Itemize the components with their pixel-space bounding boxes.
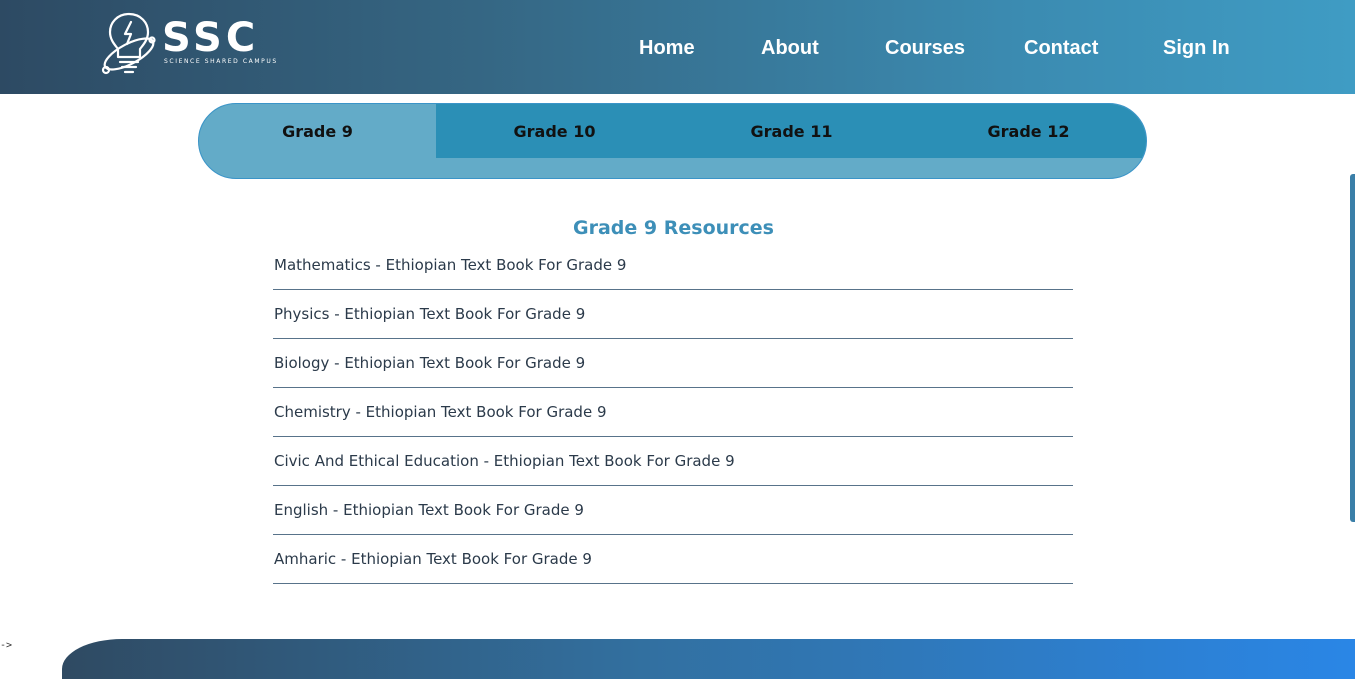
resources-list: Mathematics - Ethiopian Text Book For Gr… <box>273 241 1073 584</box>
resource-link-amharic[interactable]: Amharic - Ethiopian Text Book For Grade … <box>274 548 592 570</box>
list-item: Biology - Ethiopian Text Book For Grade … <box>273 339 1073 388</box>
resource-link-mathematics[interactable]: Mathematics - Ethiopian Text Book For Gr… <box>274 254 626 276</box>
list-item: Chemistry - Ethiopian Text Book For Grad… <box>273 388 1073 437</box>
tab-grade-12[interactable]: Grade 12 <box>910 104 1146 158</box>
resources-title: Grade 9 Resources <box>573 217 774 239</box>
site-footer <box>62 639 1355 679</box>
grade-tabs: Grade 9 Grade 10 Grade 11 Grade 12 <box>198 103 1147 179</box>
resource-link-english[interactable]: English - Ethiopian Text Book For Grade … <box>274 499 584 521</box>
stray-text: -> <box>0 640 13 651</box>
resource-link-biology[interactable]: Biology - Ethiopian Text Book For Grade … <box>274 352 585 374</box>
nav-contact-link[interactable]: Contact <box>1024 35 1098 61</box>
tab-grade-9[interactable]: Grade 9 <box>199 104 436 158</box>
nav-about-link[interactable]: About <box>761 35 819 61</box>
resource-link-physics[interactable]: Physics - Ethiopian Text Book For Grade … <box>274 303 585 325</box>
nav-sign-in-link[interactable]: Sign In <box>1163 35 1230 61</box>
list-item: Mathematics - Ethiopian Text Book For Gr… <box>273 241 1073 290</box>
list-item: English - Ethiopian Text Book For Grade … <box>273 486 1073 535</box>
nav-courses-link[interactable]: Courses <box>885 35 965 61</box>
list-item: Amharic - Ethiopian Text Book For Grade … <box>273 535 1073 584</box>
list-item: Physics - Ethiopian Text Book For Grade … <box>273 290 1073 339</box>
site-header: SSC SCIENCE SHARED CAMPUS Home About Cou… <box>0 0 1355 94</box>
tab-grade-10[interactable]: Grade 10 <box>436 104 673 158</box>
list-item: Civic And Ethical Education - Ethiopian … <box>273 437 1073 486</box>
resource-link-civic-ethical-education[interactable]: Civic And Ethical Education - Ethiopian … <box>274 450 735 472</box>
scrollbar-thumb[interactable] <box>1350 174 1355 522</box>
resource-link-chemistry[interactable]: Chemistry - Ethiopian Text Book For Grad… <box>274 401 607 423</box>
nav-home-link[interactable]: Home <box>639 35 695 61</box>
tab-grade-11[interactable]: Grade 11 <box>673 104 910 158</box>
main-nav: Home About Courses Contact Sign In <box>0 35 1355 61</box>
